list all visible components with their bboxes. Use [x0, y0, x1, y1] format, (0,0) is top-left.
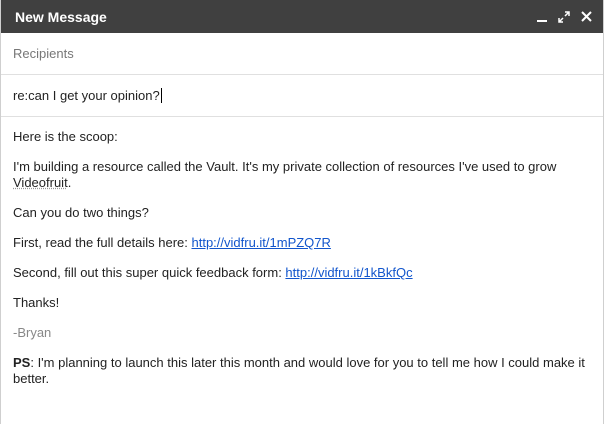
window-controls [535, 10, 593, 24]
spellcheck-word: Videofruit [13, 175, 68, 190]
second-step: Second, fill out this super quick feedba… [13, 265, 413, 280]
text-cursor [160, 88, 162, 103]
subject-field[interactable]: re:can I get your opinion? [1, 75, 603, 117]
feedback-form-link[interactable]: http://vidfru.it/1kBkfQc [285, 265, 412, 280]
close-icon[interactable] [579, 10, 593, 24]
message-body[interactable]: Here is the scoop: I'm building a resour… [1, 117, 603, 387]
window-title: New Message [15, 8, 107, 25]
expand-icon[interactable] [557, 10, 571, 24]
compose-titlebar[interactable]: New Message [1, 0, 603, 33]
subject-text: re:can I get your opinion? [13, 88, 160, 103]
recipients-field[interactable]: Recipients [1, 33, 603, 75]
compose-window: New Message Recipients re:can I get your… [0, 0, 604, 424]
signature: -Bryan [13, 325, 52, 340]
paragraph-vault: I'm building a resource called the Vault… [13, 159, 557, 190]
ps-label: PS [13, 355, 31, 370]
details-link[interactable]: http://vidfru.it/1mPZQ7R [191, 235, 330, 250]
ask-line: Can you do two things? [13, 205, 149, 220]
recipients-placeholder: Recipients [13, 46, 74, 61]
intro-line: Here is the scoop: [13, 129, 118, 144]
first-step: First, read the full details here: http:… [13, 235, 331, 250]
thanks-line: Thanks! [13, 295, 60, 310]
minimize-icon[interactable] [535, 10, 549, 24]
ps-line: PS: I'm planning to launch this later th… [13, 355, 585, 386]
